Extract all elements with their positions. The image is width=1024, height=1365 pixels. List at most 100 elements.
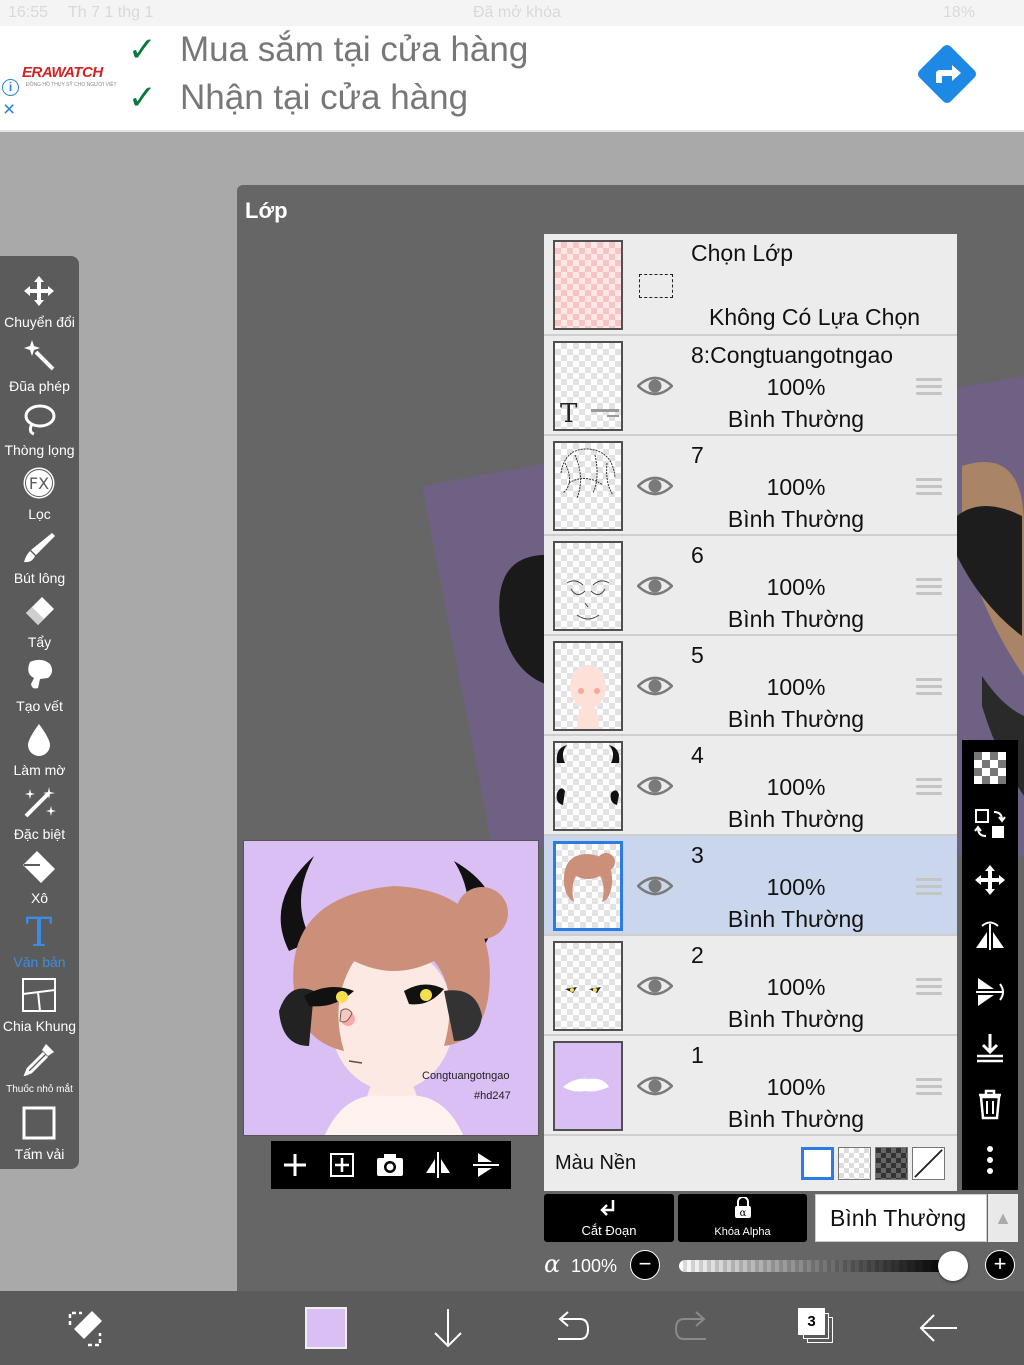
- clipping-button[interactable]: Cắt Đoạn: [544, 1194, 674, 1242]
- drag-handle-icon[interactable]: [916, 578, 942, 595]
- bg-swatch-light-checker[interactable]: [838, 1147, 871, 1180]
- tool-special[interactable]: Đặc biệt: [0, 780, 79, 844]
- tool-canvas[interactable]: Tấm vải: [0, 1100, 79, 1164]
- status-date: Th 7 1 thg 1: [68, 4, 154, 21]
- visibility-eye-icon[interactable]: [637, 674, 673, 698]
- merge-down-icon[interactable]: [974, 1032, 1006, 1064]
- alpha-lock-button[interactable]: α Khóa Alpha: [678, 1194, 807, 1242]
- flip-layer-horizontal-icon[interactable]: [974, 920, 1006, 952]
- tool-bucket[interactable]: Xô: [0, 844, 79, 908]
- drag-handle-icon[interactable]: [916, 878, 942, 895]
- opacity-slider-knob[interactable]: [938, 1251, 968, 1281]
- layer-row[interactable]: T 8:Congtuangotngao 100% Bình Thường: [544, 336, 957, 436]
- visibility-eye-icon[interactable]: [637, 874, 673, 898]
- transparency-checker-icon[interactable]: [974, 752, 1006, 784]
- opacity-decrease-button[interactable]: −: [630, 1250, 660, 1280]
- opacity-increase-button[interactable]: +: [985, 1250, 1015, 1280]
- tool-label: Đặc biệt: [13, 826, 66, 842]
- text-glyph: T: [26, 914, 53, 948]
- background-label: Màu Nền: [555, 1152, 637, 1174]
- bucket-icon: [23, 851, 55, 883]
- flip-vertical-icon[interactable]: [470, 1149, 502, 1181]
- move-layer-icon[interactable]: [974, 864, 1006, 896]
- layer-thumbnail: [553, 741, 623, 831]
- layer-opacity: 100%: [766, 1074, 826, 1100]
- arrow-down-icon[interactable]: [425, 1305, 471, 1351]
- drag-handle-icon[interactable]: [916, 978, 942, 995]
- bg-swatch-dark-checker[interactable]: [875, 1147, 908, 1180]
- visibility-eye-icon[interactable]: [637, 574, 673, 598]
- tool-lasso[interactable]: Thòng lọng: [0, 396, 79, 460]
- ad-info-icon[interactable]: i: [2, 79, 19, 96]
- layer-row[interactable]: 2 100% Bình Thường: [544, 936, 957, 1036]
- tool-text[interactable]: T Văn bản: [0, 908, 79, 972]
- bottom-toolbar: 3: [0, 1291, 1024, 1365]
- trash-icon[interactable]: [974, 1088, 1006, 1120]
- duplicate-layer-icon[interactable]: [326, 1149, 358, 1181]
- blur-drop-icon: [28, 724, 50, 756]
- tool-smudge[interactable]: Tạo vết: [0, 652, 79, 716]
- visibility-eye-icon[interactable]: [637, 474, 673, 498]
- tool-label: Tấm vải: [14, 1146, 65, 1162]
- camera-icon[interactable]: [374, 1149, 406, 1181]
- check-icon: ✓: [128, 31, 157, 69]
- alpha-symbol: α: [544, 1250, 561, 1278]
- eyedropper-icon: [23, 1044, 54, 1076]
- tool-brush[interactable]: Bút lông: [0, 524, 79, 588]
- layer-name: 6: [691, 542, 704, 568]
- more-options-icon[interactable]: [974, 1144, 1006, 1176]
- tool-blur[interactable]: Làm mờ: [0, 716, 79, 780]
- layer-row[interactable]: 4 100% Bình Thường: [544, 736, 957, 836]
- blend-mode-select[interactable]: Bình Thường: [815, 1194, 987, 1242]
- selection-layer-row[interactable]: Chọn Lớp Không Có Lựa Chọn: [544, 234, 957, 336]
- tool-label: Xô: [30, 890, 49, 906]
- visibility-eye-icon[interactable]: [637, 1074, 673, 1098]
- check-icon: ✓: [128, 79, 157, 117]
- layer-row[interactable]: 7 100% Bình Thường: [544, 436, 957, 536]
- tool-filter[interactable]: FX Lọc: [0, 460, 79, 524]
- undo-icon[interactable]: [548, 1305, 594, 1351]
- layer-swap-icon[interactable]: [974, 808, 1006, 840]
- blend-mode-arrow-icon[interactable]: ▲: [988, 1194, 1018, 1242]
- opacity-slider[interactable]: [679, 1260, 949, 1272]
- layer-row-selected[interactable]: 3 100% Bình Thường: [544, 836, 957, 936]
- tool-label: Thuốc nhỏ mắt: [6, 1084, 73, 1095]
- current-color-swatch[interactable]: [305, 1307, 347, 1349]
- layer-list: Chọn Lớp Không Có Lựa Chọn T 8:Congtuang…: [544, 234, 957, 1191]
- canvas-preview[interactable]: Congtuangotngao #hd247: [243, 840, 539, 1136]
- add-layer-icon[interactable]: [279, 1149, 311, 1181]
- drag-handle-icon[interactable]: [916, 1078, 942, 1095]
- ad-close-icon[interactable]: ×: [3, 99, 15, 120]
- tool-eyedropper[interactable]: Thuốc nhỏ mắt: [0, 1036, 79, 1100]
- visibility-eye-icon[interactable]: [637, 974, 673, 998]
- ad-banner[interactable]: ERAWATCH ĐỒNG HỒ THỤY SỸ CHO NGƯỜI VIỆT …: [0, 26, 1024, 132]
- layers-count-button[interactable]: 3: [795, 1305, 841, 1351]
- drag-handle-icon[interactable]: [916, 678, 942, 695]
- layer-thumbnail: [553, 641, 623, 731]
- visibility-eye-icon[interactable]: [637, 774, 673, 798]
- drag-handle-icon[interactable]: [916, 378, 942, 395]
- bg-swatch-white[interactable]: [801, 1147, 834, 1180]
- flip-horizontal-icon[interactable]: [422, 1149, 454, 1181]
- tool-magic-wand[interactable]: Đũa phép: [0, 332, 79, 396]
- layer-thumbnail: [553, 541, 623, 631]
- layer-thumbnail: T: [553, 341, 623, 431]
- tool-eraser[interactable]: Tẩy: [0, 588, 79, 652]
- drag-handle-icon[interactable]: [916, 478, 942, 495]
- drag-handle-icon[interactable]: [916, 778, 942, 795]
- tool-transform[interactable]: Chuyển đổi: [0, 268, 79, 332]
- flip-layer-vertical-icon[interactable]: [974, 976, 1006, 1008]
- tool-frame-divider[interactable]: Chia Khung: [0, 972, 79, 1036]
- bg-swatch-none-icon[interactable]: [912, 1147, 945, 1180]
- layer-row[interactable]: 1 100% Bình Thường: [544, 1036, 957, 1136]
- layer-row[interactable]: 5 100% Bình Thường: [544, 636, 957, 736]
- tool-bar: Chuyển đổi Đũa phép Thòng lọng FX Lọc Bú…: [0, 256, 79, 1169]
- layer-row[interactable]: 6 100% Bình Thường: [544, 536, 957, 636]
- redo-icon[interactable]: [670, 1305, 716, 1351]
- directions-icon[interactable]: [916, 43, 978, 105]
- visibility-eye-icon[interactable]: [637, 374, 673, 398]
- clipping-label: Cắt Đoạn: [581, 1223, 637, 1238]
- back-arrow-icon[interactable]: [915, 1305, 961, 1351]
- tool-label: Văn bản: [13, 954, 66, 970]
- quick-transform-icon[interactable]: [62, 1305, 108, 1351]
